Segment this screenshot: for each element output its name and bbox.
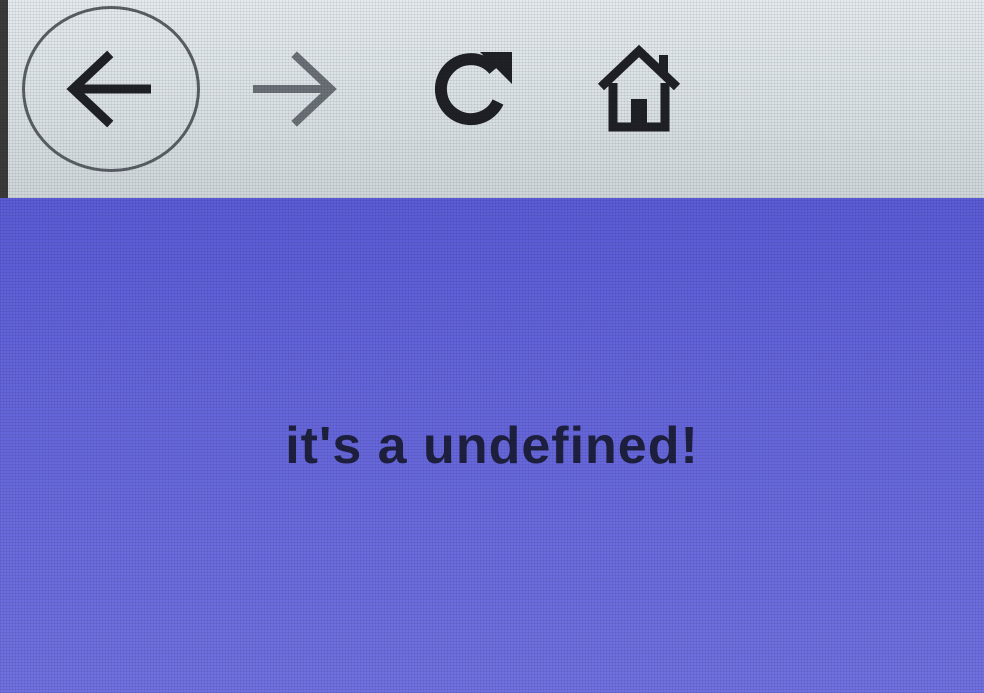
back-button[interactable] bbox=[22, 6, 200, 172]
home-button[interactable] bbox=[588, 40, 690, 138]
forward-button[interactable] bbox=[244, 46, 342, 132]
arrow-left-icon bbox=[66, 50, 151, 128]
page-content: it's a undefined! bbox=[0, 198, 984, 693]
navigation-toolbar bbox=[0, 0, 984, 198]
reload-button[interactable] bbox=[424, 42, 522, 136]
reload-icon bbox=[434, 52, 512, 126]
browser-screen: it's a undefined! bbox=[0, 0, 984, 693]
home-icon bbox=[597, 44, 681, 132]
arrow-right-icon bbox=[253, 51, 337, 127]
page-message: it's a undefined! bbox=[285, 417, 699, 475]
